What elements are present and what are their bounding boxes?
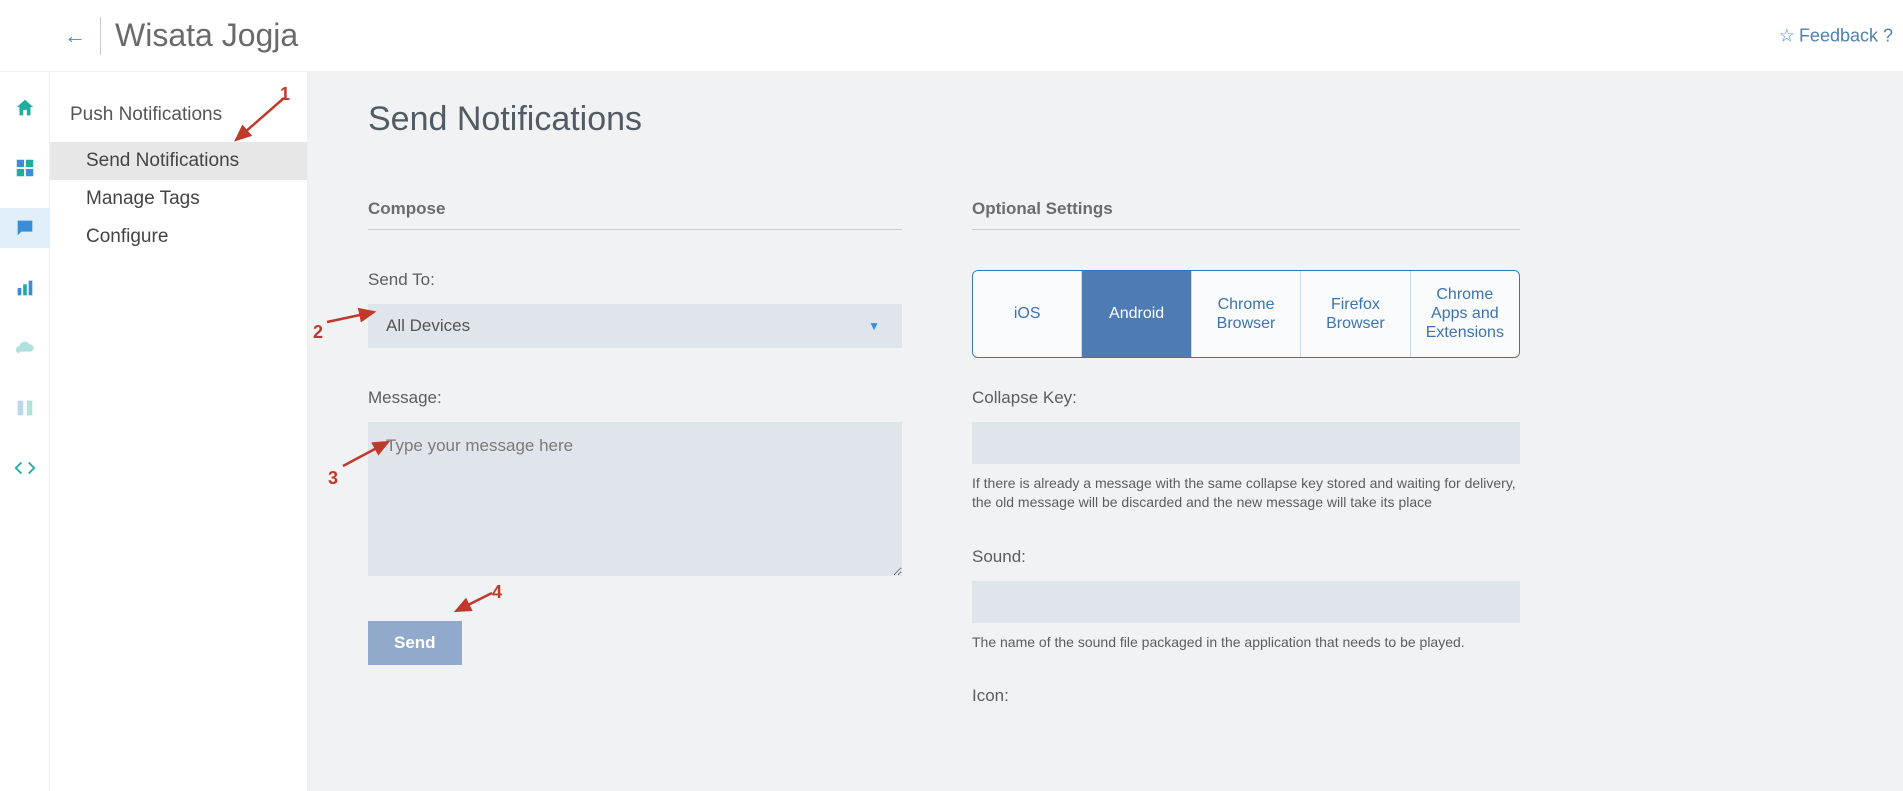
tab-firefox-browser[interactable]: Firefox Browser — [1301, 271, 1410, 357]
collapse-key-help: If there is already a message with the s… — [972, 474, 1520, 513]
send-button[interactable]: Send — [368, 621, 462, 665]
push-icon — [14, 217, 36, 239]
platform-tabs: iOS Android Chrome Browser Firefox Brows… — [972, 270, 1520, 358]
sidebar-item-configure[interactable]: Configure — [50, 218, 307, 256]
feedback-link[interactable]: ☆Feedback ? — [1779, 25, 1893, 46]
compose-column: Compose Send To: All Devices ▼ Message: … — [368, 199, 902, 720]
rail-dashboard[interactable] — [0, 148, 50, 188]
icon-rail — [0, 72, 50, 791]
rail-analytics[interactable] — [0, 268, 50, 308]
rail-cloud[interactable] — [0, 328, 50, 368]
optional-column: Optional Settings iOS Android Chrome Bro… — [972, 199, 1520, 720]
message-label: Message: — [368, 388, 902, 408]
message-textarea[interactable] — [368, 422, 902, 576]
collapse-key-label: Collapse Key: — [972, 388, 1520, 408]
collapse-key-input[interactable] — [972, 422, 1520, 464]
main-content: Send Notifications Compose Send To: All … — [308, 72, 1903, 791]
dashboard-icon — [14, 157, 36, 179]
tab-ios[interactable]: iOS — [973, 271, 1082, 357]
home-icon — [14, 97, 36, 119]
sidebar-heading: Push Notifications — [50, 96, 307, 142]
tab-chrome-apps[interactable]: Chrome Apps and Extensions — [1411, 271, 1519, 357]
send-to-value: All Devices — [386, 316, 470, 336]
analytics-icon — [14, 277, 36, 299]
page-title: Send Notifications — [368, 100, 1843, 139]
back-arrow[interactable]: ← — [64, 23, 86, 49]
sound-label: Sound: — [972, 547, 1520, 567]
optional-section-title: Optional Settings — [972, 199, 1520, 230]
rail-push[interactable] — [0, 208, 50, 248]
send-to-select[interactable]: All Devices ▼ — [368, 304, 902, 348]
queue-icon — [14, 397, 36, 419]
feedback-label: Feedback ? — [1799, 25, 1893, 45]
rail-queue[interactable] — [0, 388, 50, 428]
sidebar-item-manage-tags[interactable]: Manage Tags — [50, 180, 307, 218]
header-divider — [100, 17, 101, 55]
sidebar-item-send-notifications[interactable]: Send Notifications — [50, 142, 307, 180]
sound-help: The name of the sound file packaged in t… — [972, 633, 1520, 653]
app-title: Wisata Jogja — [115, 17, 298, 54]
compose-section-title: Compose — [368, 199, 902, 230]
rail-home[interactable] — [0, 88, 50, 128]
icon-label: Icon: — [972, 686, 1520, 706]
sound-input[interactable] — [972, 581, 1520, 623]
cloud-icon — [14, 337, 36, 359]
code-icon — [14, 457, 36, 479]
side-menu: Push Notifications Send Notifications Ma… — [50, 72, 308, 791]
chevron-down-icon: ▼ — [868, 319, 880, 333]
rail-code[interactable] — [0, 448, 50, 488]
star-icon: ☆ — [1779, 25, 1795, 45]
tab-chrome-browser[interactable]: Chrome Browser — [1192, 271, 1301, 357]
tab-android[interactable]: Android — [1082, 271, 1191, 357]
send-to-label: Send To: — [368, 270, 902, 290]
